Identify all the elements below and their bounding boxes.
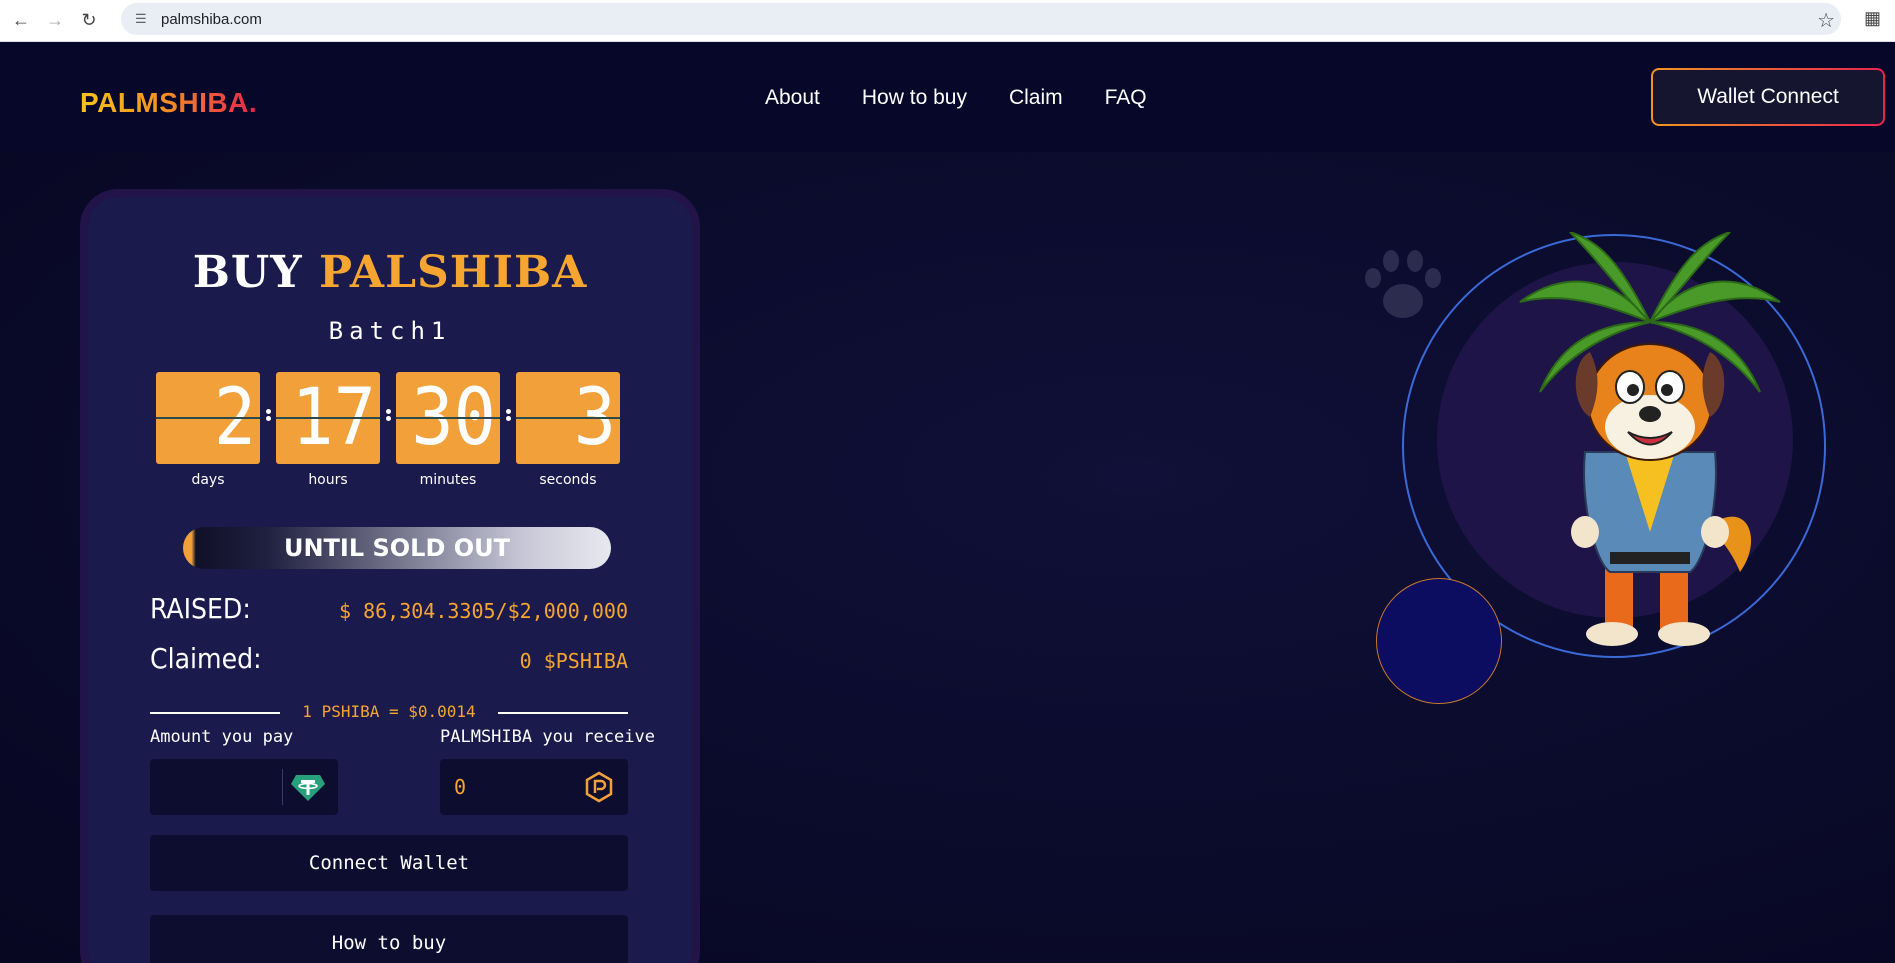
decorative-circle: [1376, 578, 1502, 704]
browser-toolbar: ← → ↻ ☰ palmshiba.com ☆ ▦: [0, 0, 1895, 42]
title-token: PALSHIBA: [319, 247, 588, 298]
palmshiba-token-icon: [585, 771, 613, 803]
nav-how-to-buy[interactable]: How to buy: [862, 86, 967, 110]
site-info-icon[interactable]: ☰: [135, 11, 151, 27]
raised-value: $ 86,304.3305/$2,000,000: [339, 599, 628, 623]
countdown-seconds: 3 seconds: [516, 372, 620, 488]
nav-about[interactable]: About: [765, 86, 820, 110]
claimed-row: Claimed: 0 $PSHIBA: [150, 642, 628, 675]
field-divider: [282, 769, 283, 805]
countdown-separator: [263, 407, 273, 427]
claimed-value: 0 $PSHIBA: [519, 649, 628, 673]
site-header: PALMSHIBA. About How to buy Claim FAQ Wa…: [0, 42, 1895, 152]
back-icon[interactable]: ←: [6, 6, 36, 36]
palmshiba-mascot-image: [1519, 232, 1781, 646]
minutes-label: minutes: [419, 472, 477, 488]
main-section: BUY PALSHIBA Batch1 2 days 17 hours 30 m…: [0, 152, 1895, 963]
extensions-icon[interactable]: ▦: [1864, 8, 1881, 29]
divider: [498, 712, 628, 714]
seconds-label: seconds: [539, 472, 597, 488]
buy-card: BUY PALSHIBA Batch1 2 days 17 hours 30 m…: [80, 189, 700, 963]
url-text: palmshiba.com: [161, 10, 262, 28]
countdown-hours: 17 hours: [276, 372, 380, 488]
how-to-buy-button[interactable]: How to buy: [150, 915, 628, 963]
batch-label: Batch1: [328, 317, 452, 345]
pay-field: [150, 759, 338, 815]
receive-amount-input[interactable]: [454, 759, 574, 815]
title-buy: BUY: [192, 247, 303, 298]
hours-label: hours: [308, 472, 348, 488]
tether-icon[interactable]: [290, 771, 326, 803]
raised-label: RAISED:: [150, 592, 251, 625]
countdown-separator: [383, 407, 393, 427]
countdown-separator: [503, 407, 513, 427]
countdown-timer: 2 days 17 hours 30 minutes 3 seconds: [156, 372, 626, 492]
receive-field: [440, 759, 628, 815]
receive-label: PALMSHIBA you receive: [440, 727, 655, 747]
main-nav: About How to buy Claim FAQ: [765, 86, 1147, 110]
exchange-rate: 1 PSHIBA = $0.0014: [150, 702, 628, 726]
countdown-minutes: 30 minutes: [396, 372, 500, 488]
paw-print-icon: [1365, 250, 1441, 318]
address-bar[interactable]: ☰ palmshiba.com: [121, 3, 1841, 35]
pay-amount-input[interactable]: [164, 759, 284, 815]
pay-label: Amount you pay: [150, 727, 294, 747]
claimed-label: Claimed:: [150, 642, 262, 675]
site-logo[interactable]: PALMSHIBA.: [80, 87, 257, 119]
days-label: days: [191, 472, 225, 488]
connect-wallet-button[interactable]: Connect Wallet: [150, 835, 628, 891]
reload-icon[interactable]: ↻: [74, 6, 104, 36]
countdown-days: 2 days: [156, 372, 260, 488]
buy-card-title: BUY PALSHIBA: [88, 247, 692, 298]
nav-faq[interactable]: FAQ: [1105, 86, 1147, 110]
bookmark-star-icon[interactable]: ☆: [1817, 8, 1835, 33]
sold-out-progress-bar: UNTIL SOLD OUT: [183, 527, 611, 569]
raised-row: RAISED: $ 86,304.3305/$2,000,000: [150, 592, 628, 625]
forward-icon[interactable]: →: [40, 6, 70, 36]
wallet-connect-button[interactable]: Wallet Connect: [1651, 68, 1885, 126]
nav-claim[interactable]: Claim: [1009, 86, 1063, 110]
